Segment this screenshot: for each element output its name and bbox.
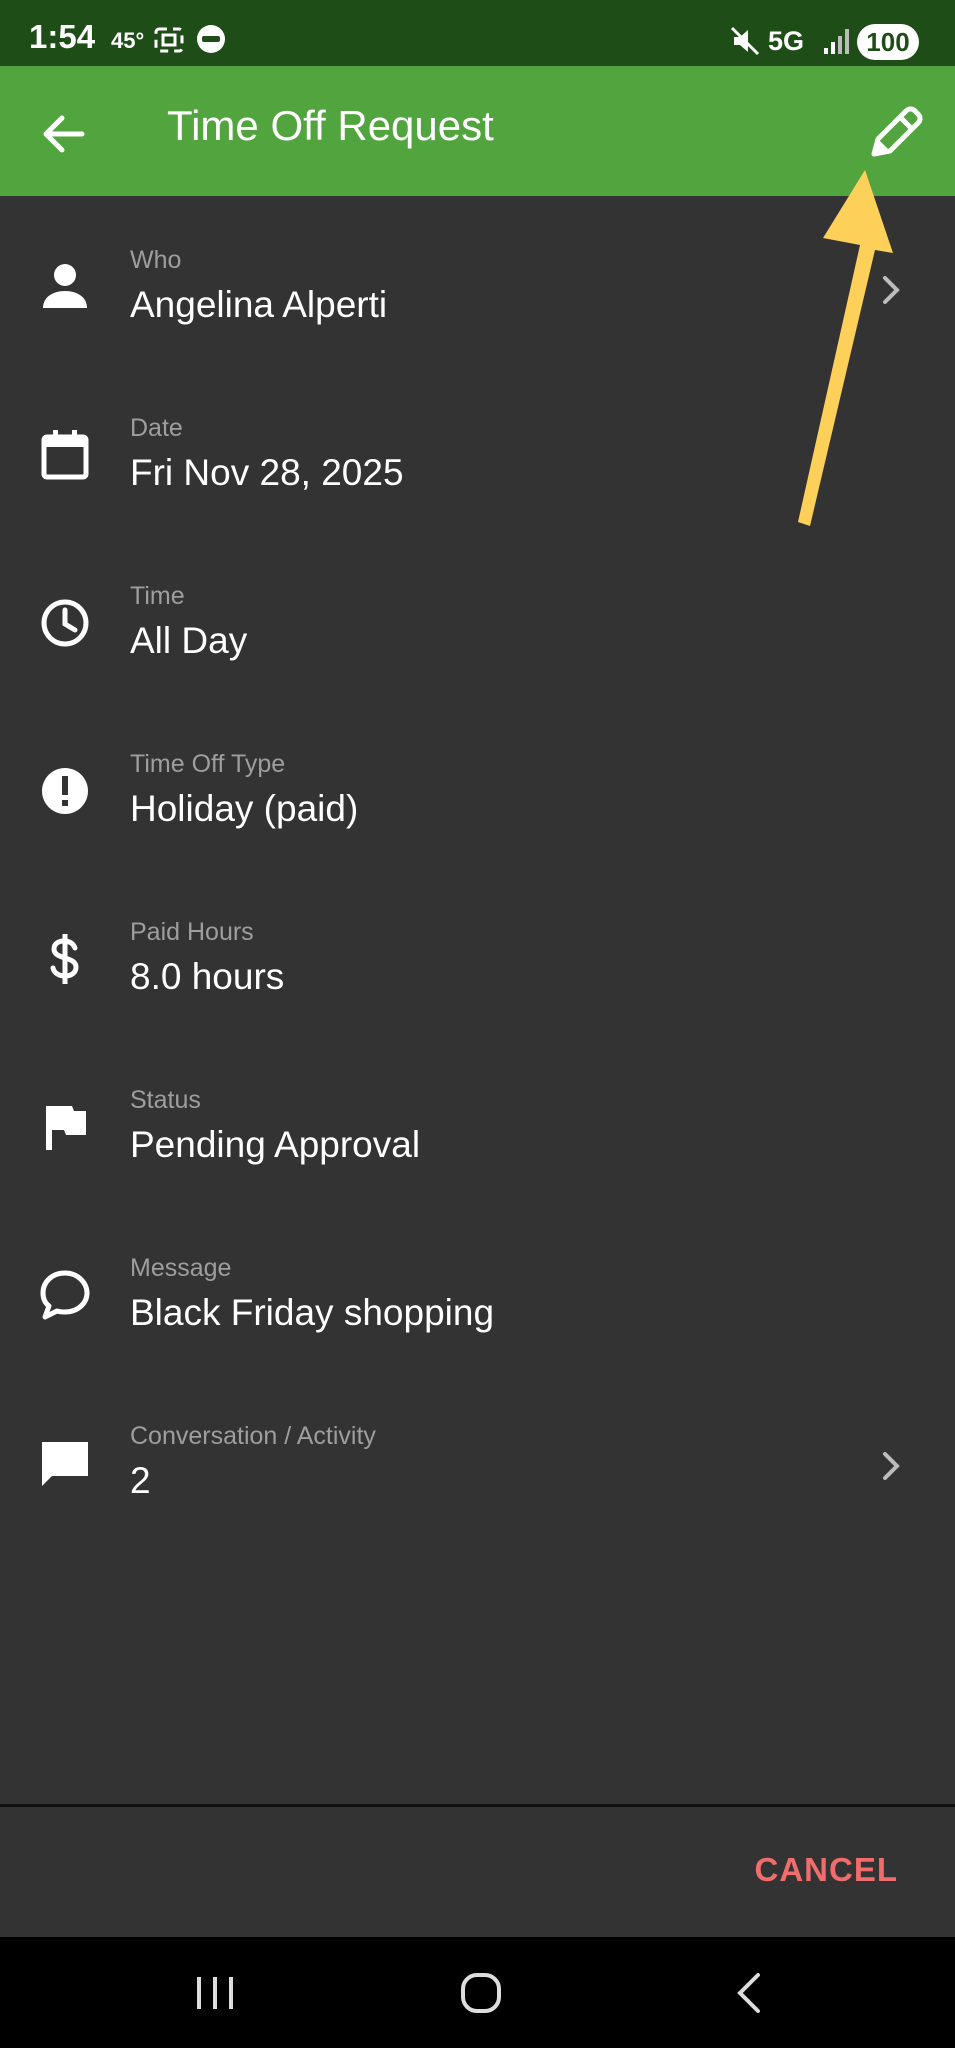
row-label: Time Off Type	[130, 750, 286, 778]
status-time: 1:54	[29, 18, 96, 55]
edit-button[interactable]	[860, 96, 930, 166]
detail-row-time: Time All Day	[0, 548, 955, 716]
cancel-button[interactable]: CANCEL	[755, 1851, 899, 1889]
back-button[interactable]	[36, 106, 92, 162]
detail-row-message: Message Black Friday shopping	[0, 1220, 955, 1388]
row-value: Holiday (paid)	[130, 788, 359, 829]
arrow-left-icon	[43, 115, 85, 153]
home-button[interactable]	[453, 1967, 509, 2019]
person-icon	[43, 264, 87, 308]
screenshot-icon	[153, 24, 185, 61]
mute-icon	[728, 24, 762, 63]
clock-icon	[41, 599, 89, 647]
chat-bubble-outline-icon	[40, 1270, 90, 1320]
calendar-icon	[41, 430, 89, 480]
recent-apps-button[interactable]	[187, 1967, 243, 2019]
flag-icon	[46, 1106, 86, 1150]
row-value: Fri Nov 28, 2025	[130, 452, 404, 493]
annotation-arrow-icon	[798, 170, 893, 526]
detail-row-time-off-type: Time Off Type Holiday (paid)	[0, 716, 955, 884]
status-temperature: 45°	[111, 28, 145, 53]
row-value: Pending Approval	[130, 1124, 421, 1165]
row-label: Date	[130, 414, 183, 442]
home-icon	[461, 1973, 501, 2013]
chevron-left-icon	[737, 1973, 760, 2013]
detail-row-paid-hours: Paid Hours 8.0 hours	[0, 884, 955, 1052]
chevron-right-icon[interactable]	[873, 1444, 909, 1488]
recents-icon	[197, 1977, 233, 2009]
row-value: Angelina Alperti	[130, 284, 388, 325]
detail-row-conversation-activity[interactable]: Conversation / Activity 2	[0, 1388, 955, 1556]
row-label: Conversation / Activity	[130, 1422, 376, 1450]
back-nav-button[interactable]	[722, 1967, 778, 2019]
row-label: Time	[130, 582, 185, 610]
page-title: Time Off Request	[167, 102, 494, 149]
comment-icon	[42, 1442, 88, 1486]
row-value: 2	[130, 1460, 151, 1501]
row-label: Who	[130, 246, 182, 274]
row-label: Paid Hours	[130, 918, 254, 946]
status-bar: 1:54 45° 5G 100	[0, 0, 955, 66]
row-value: Black Friday shopping	[130, 1292, 495, 1333]
system-nav-bar	[0, 1937, 955, 2048]
row-value: 8.0 hours	[130, 956, 285, 997]
row-value: All Day	[130, 620, 248, 661]
wear-app-icon	[196, 24, 226, 59]
network-type: 5G	[768, 26, 805, 56]
signal-icon	[822, 24, 852, 61]
row-label: Status	[130, 1086, 201, 1114]
alert-circle-icon	[42, 768, 88, 814]
battery-level: 100	[857, 24, 919, 60]
row-label: Message	[130, 1254, 232, 1282]
pencil-icon	[871, 106, 923, 157]
detail-row-status: Status Pending Approval	[0, 1052, 955, 1220]
dollar-icon	[50, 934, 79, 984]
action-bar: CANCEL	[0, 1804, 955, 1939]
